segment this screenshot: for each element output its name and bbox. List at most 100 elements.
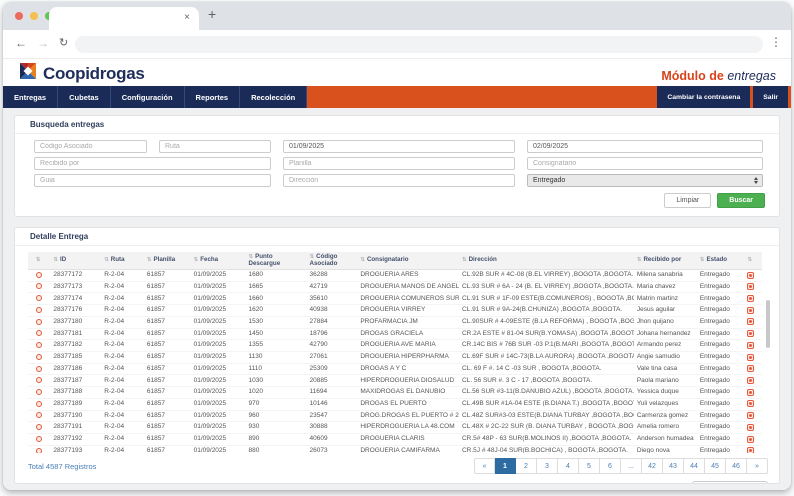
row-action-icon[interactable] [747, 389, 754, 396]
expand-row-icon[interactable] [36, 272, 42, 278]
nav-item-configuraci-n[interactable]: Configuración [111, 86, 185, 108]
column-header-planilla[interactable]: ⇅Planilla [144, 252, 191, 270]
page-button-5[interactable]: 5 [579, 458, 600, 474]
cell-consignatario: DROGUERIA AVE MARIA [357, 340, 459, 352]
page-button-4[interactable]: 4 [558, 458, 579, 474]
row-action-icon[interactable] [747, 283, 754, 290]
page-button-1[interactable]: 1 [495, 458, 516, 474]
expand-row-icon[interactable] [36, 330, 42, 336]
minimize-window-button[interactable] [30, 12, 38, 20]
page-button-46[interactable]: 46 [726, 458, 747, 474]
tab-close-icon[interactable]: × [184, 11, 190, 25]
export-to-excel-button[interactable]: Export to Excel [692, 481, 768, 484]
expand-row-icon[interactable] [36, 283, 42, 289]
expand-row-icon[interactable] [36, 295, 42, 301]
row-action-icon[interactable] [747, 318, 754, 325]
page-button-3[interactable]: 3 [537, 458, 558, 474]
logout-button[interactable]: Salir [753, 86, 788, 108]
page-button-2[interactable]: 2 [516, 458, 537, 474]
consignatario-field[interactable] [527, 157, 763, 170]
codigo-asociado-field[interactable] [34, 140, 147, 153]
browser-menu-icon[interactable]: ⋮ [770, 35, 782, 49]
page-button-44[interactable]: 44 [684, 458, 705, 474]
cell-estado: Entregado [697, 328, 740, 340]
column-header-codigo-asociado[interactable]: ⇅Código Asociado [307, 252, 358, 270]
reload-icon[interactable]: ↻ [59, 36, 68, 49]
column-header-expand[interactable]: ⇅ [28, 252, 50, 270]
cell-id: 28377173 [50, 281, 101, 293]
column-header-fecha[interactable]: ⇅Fecha [191, 252, 246, 270]
nav-item-cubetas[interactable]: Cubetas [58, 86, 111, 108]
cell-direccion: CL. 69 F #. 14 C -03 SUR , BOGOTA ,BOGOT… [459, 363, 634, 375]
planilla-field[interactable] [283, 157, 515, 170]
nav-item-entregas[interactable]: Entregas [3, 86, 58, 108]
expand-row-icon[interactable] [36, 377, 42, 383]
nav-item-recolecci-n[interactable]: Recolección [240, 86, 307, 108]
cell-estado: Entregado [697, 434, 740, 446]
expand-row-icon[interactable] [36, 366, 42, 372]
recibido-por-field[interactable] [34, 157, 271, 170]
row-action-icon[interactable] [747, 365, 754, 372]
column-header-id[interactable]: ⇅ID [50, 252, 101, 270]
expand-row-icon[interactable] [36, 436, 42, 442]
fecha-desde-field[interactable] [283, 140, 515, 153]
page-button-»[interactable]: » [747, 458, 768, 474]
expand-row-icon[interactable] [36, 424, 42, 430]
cell-estado: Entregado [697, 410, 740, 422]
guia-field[interactable] [34, 174, 271, 187]
browser-tab[interactable]: × [49, 7, 199, 30]
expand-row-icon[interactable] [36, 412, 42, 418]
direccion-field[interactable] [283, 174, 515, 187]
row-action-icon[interactable] [747, 377, 754, 384]
column-header-ruta[interactable]: ⇅Ruta [101, 252, 144, 270]
table-scrollbar[interactable] [766, 300, 770, 348]
cell-codigo-asociado: 40609 [307, 434, 358, 446]
close-window-button[interactable] [15, 12, 23, 20]
row-action-icon[interactable] [747, 447, 754, 453]
estado-select[interactable]: Entregado [527, 174, 763, 187]
url-bar[interactable] [75, 36, 763, 53]
row-action-icon[interactable] [747, 354, 754, 361]
page-button-«[interactable]: « [474, 458, 495, 474]
cell-id: 28377189 [50, 398, 101, 410]
column-header-consignatario[interactable]: ⇅Consignatario [357, 252, 459, 270]
buscar-button[interactable]: Buscar [717, 193, 765, 208]
page-button-...[interactable]: ... [621, 458, 642, 474]
new-tab-button[interactable]: + [208, 6, 216, 22]
column-header-estado[interactable]: ⇅Estado [697, 252, 740, 270]
expand-row-icon[interactable] [36, 401, 42, 407]
cell-fecha: 01/09/2025 [191, 293, 246, 305]
row-action-icon[interactable] [747, 436, 754, 443]
expand-row-icon[interactable] [36, 319, 42, 325]
column-header-direccion[interactable]: ⇅Dirección [459, 252, 634, 270]
column-header-actions[interactable]: ⇅ [740, 252, 762, 270]
expand-row-icon[interactable] [36, 342, 42, 348]
cell-estado: Entregado [697, 445, 740, 453]
limpiar-button[interactable]: Limpiar [664, 193, 711, 208]
page-button-45[interactable]: 45 [705, 458, 726, 474]
row-action-icon[interactable] [747, 330, 754, 337]
row-action-icon[interactable] [747, 307, 754, 314]
column-header-punto-descargue[interactable]: ⇅Punto Descargue [246, 252, 307, 270]
row-action-icon[interactable] [747, 400, 754, 407]
expand-row-icon[interactable] [36, 389, 42, 395]
row-action-icon[interactable] [747, 424, 754, 431]
row-action-icon[interactable] [747, 295, 754, 302]
page-button-42[interactable]: 42 [642, 458, 663, 474]
expand-row-icon[interactable] [36, 448, 42, 453]
row-action-icon[interactable] [747, 272, 754, 279]
expand-row-icon[interactable] [36, 307, 42, 313]
back-icon[interactable]: ← [15, 36, 27, 50]
page-button-43[interactable]: 43 [663, 458, 684, 474]
fecha-hasta-field[interactable] [527, 140, 763, 153]
expand-row-icon[interactable] [36, 354, 42, 360]
row-action-icon[interactable] [747, 342, 754, 349]
total-records-link[interactable]: Total 4587 Registros [28, 462, 96, 471]
forward-icon[interactable]: → [37, 36, 49, 50]
nav-item-reportes[interactable]: Reportes [185, 86, 241, 108]
column-header-recibido-por[interactable]: ⇅Recibido por [634, 252, 697, 270]
page-button-6[interactable]: 6 [600, 458, 621, 474]
ruta-field[interactable] [159, 140, 271, 153]
change-password-button[interactable]: Cambiar la contrasena [657, 86, 750, 108]
row-action-icon[interactable] [747, 412, 754, 419]
